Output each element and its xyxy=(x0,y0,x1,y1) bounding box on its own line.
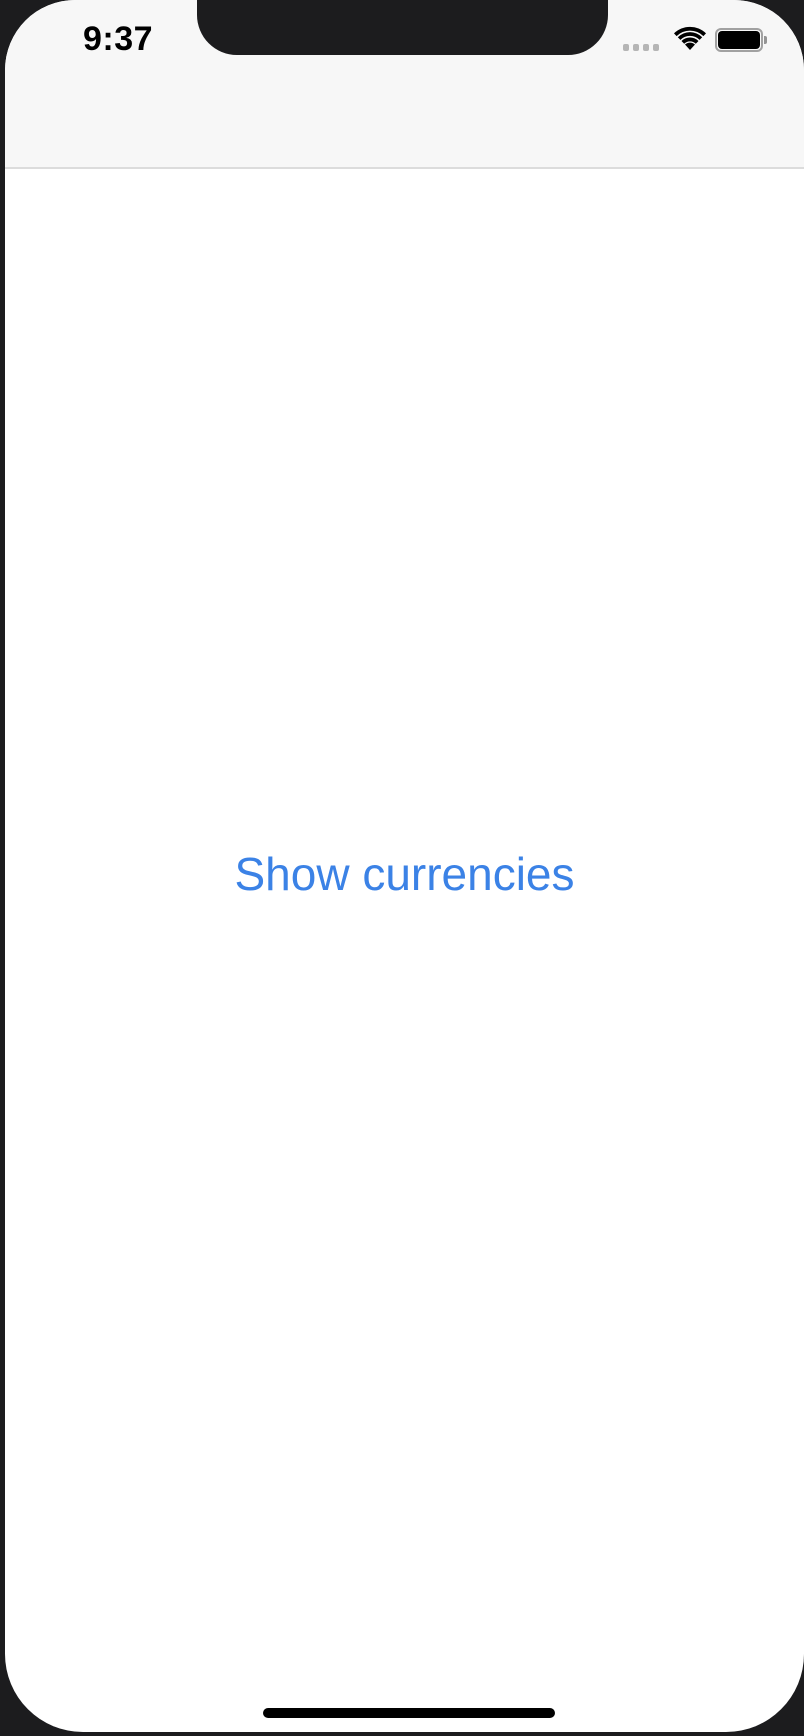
device-notch xyxy=(197,0,608,55)
app-screen: 9:37 Show currencies xyxy=(5,0,804,1732)
wifi-icon xyxy=(674,26,706,50)
cellular-signal-icon xyxy=(623,44,663,52)
show-currencies-button[interactable]: Show currencies xyxy=(5,840,804,908)
device-frame: 9:37 Show currencies xyxy=(0,0,804,1736)
status-time: 9:37 xyxy=(83,20,154,58)
battery-icon xyxy=(715,28,767,52)
home-indicator[interactable] xyxy=(263,1708,555,1718)
